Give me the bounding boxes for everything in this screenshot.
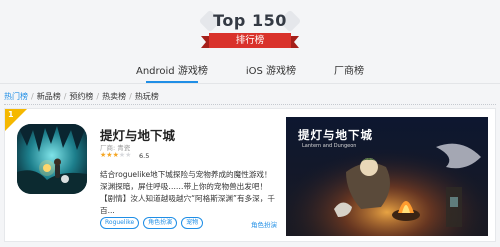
category-divider <box>4 104 496 105</box>
star-empty-icon: ★ <box>125 151 132 159</box>
genre-label[interactable]: 角色扮演 <box>251 219 277 229</box>
banner-subtitle: Lantern and Dungeon <box>302 143 357 149</box>
ribbon-label: 排行榜 <box>201 33 299 48</box>
tabs-divider <box>0 83 500 84</box>
tag-rpg[interactable]: 角色扮演 <box>143 217 178 229</box>
category-hot[interactable]: 热门榜 <box>4 91 28 102</box>
title-block: Top 150 排行榜 <box>190 9 310 48</box>
rating-score: 6.5 <box>139 152 150 160</box>
category-new[interactable]: 新品榜 <box>37 91 61 102</box>
category-hotplay[interactable]: 热玩榜 <box>135 91 159 102</box>
category-bestseller[interactable]: 热卖榜 <box>102 91 126 102</box>
tag-roguelike[interactable]: Roguelike <box>100 217 140 229</box>
platform-tabs: Android 游戏榜 iOS 游戏榜 厂商榜 <box>0 64 500 83</box>
tab-ios[interactable]: iOS 游戏榜 <box>246 64 296 83</box>
game-description: 结合roguelike地下城探险与宠物养成的魔性游戏！深渊探暗，屏住呼吸……带上… <box>100 170 275 215</box>
page-title: Top 150 <box>213 11 287 30</box>
game-banner[interactable]: 提灯与地下城 Lantern and Dungeon <box>286 117 488 236</box>
tag-list: Roguelike 角色扮演 宠物 <box>100 217 204 229</box>
rank-number: 1 <box>8 110 14 119</box>
tab-vendor[interactable]: 厂商榜 <box>334 64 364 83</box>
game-card[interactable]: 1 提灯与地下城 厂商: 青瓷 ★★★★★ 6.5 结合roguelike地下城… <box>4 108 496 242</box>
game-icon[interactable] <box>17 124 87 194</box>
rank-header: Top 150 排行榜 <box>0 0 500 65</box>
tab-android[interactable]: Android 游戏榜 <box>136 64 208 83</box>
tag-pet[interactable]: 宠物 <box>181 217 204 229</box>
category-reserve[interactable]: 预约榜 <box>69 91 93 102</box>
banner-title: 提灯与地下城 <box>298 128 373 142</box>
category-bar: 热门榜 / 新品榜 / 预约榜 / 热卖榜 / 热玩榜 <box>4 91 159 102</box>
rating-stars: ★★★★★ <box>100 151 131 159</box>
